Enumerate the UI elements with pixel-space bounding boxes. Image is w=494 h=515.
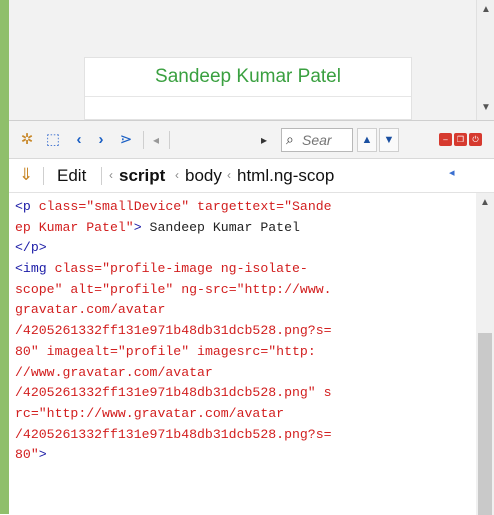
back-icon[interactable]: ‹ xyxy=(71,129,87,151)
code-line[interactable]: </p> xyxy=(15,238,476,259)
code-token-attr: imagesrc= xyxy=(189,343,269,359)
breadcrumb-script[interactable]: script xyxy=(119,166,165,186)
code-line[interactable]: /4205261332ff131e971b48db31dcb528.png" s xyxy=(15,383,476,404)
code-line[interactable]: ep Kumar Patel"> Sandeep Kumar Patel xyxy=(15,218,476,239)
code-scrollbar[interactable]: ▲ xyxy=(476,193,494,515)
code-token-val: 80" xyxy=(15,343,39,359)
code-token-tag: > xyxy=(38,447,47,463)
code-line[interactable]: /4205261332ff131e971b48db31dcb528.png?s= xyxy=(15,321,476,342)
code-token-attr: targettext= xyxy=(189,199,285,214)
search-input[interactable] xyxy=(302,131,352,149)
breadcrumb-body[interactable]: body xyxy=(185,166,222,186)
inspect-icon[interactable]: ⬚ xyxy=(43,129,63,151)
code-line[interactable]: gravatar.com/avatar xyxy=(15,300,476,321)
down-arrow-icon[interactable]: ▼ xyxy=(379,128,399,152)
breadcrumb-separator xyxy=(101,167,102,185)
code-line[interactable]: /4205261332ff131e971b48db31dcb528.png?s= xyxy=(15,425,476,446)
code-token-val: /4205261332ff131e971b48db31dcb528.png?s= xyxy=(15,323,332,339)
code-token-val: "profile" xyxy=(117,343,190,359)
code-line[interactable]: 80"> xyxy=(15,445,476,466)
code-token-val: "http://www. xyxy=(236,281,332,297)
up-arrow-icon[interactable]: ▲ xyxy=(357,128,377,152)
profile-card: Sandeep Kumar Patel xyxy=(84,57,412,120)
restore-icon[interactable]: ❐ xyxy=(454,133,467,146)
toolbar-separator xyxy=(169,131,170,149)
code-token-tag: <p xyxy=(15,199,39,214)
code-line[interactable]: <p class="smallDevice" targettext="Sande xyxy=(15,197,476,218)
code-token-attr: imagealt= xyxy=(38,343,118,359)
code-line[interactable]: scope" alt="profile" ng-src="http://www. xyxy=(15,280,476,301)
scroll-down-icon[interactable]: ▼ xyxy=(477,102,494,113)
page-viewport: Sandeep Kumar Patel xyxy=(9,0,476,120)
code-line[interactable]: <img class="profile-image ng-isolate- xyxy=(15,259,476,280)
pick-icon[interactable]: ✲ xyxy=(17,129,37,151)
code-token-attr: ng-src= xyxy=(173,281,237,297)
forward-icon[interactable]: › xyxy=(93,129,109,151)
code-token-val: gravatar.com/avatar xyxy=(15,302,166,318)
page-scrollbar[interactable]: ▲ ▼ xyxy=(476,0,494,120)
scroll-right-icon[interactable]: ▸ xyxy=(257,129,271,151)
code-line[interactable]: //www.gravatar.com/avatar xyxy=(15,363,476,384)
devtools-toolbar: ✲ ⬚ ‹ › ⋗ ◂ ▸ ⌕ ▲ ▼ – ❐ ⏻ xyxy=(9,121,494,159)
breadcrumb-chevron: ‹ xyxy=(175,168,179,182)
toolbar-separator xyxy=(143,131,144,149)
code-token-val: ep Kumar Patel" xyxy=(15,219,134,235)
minimize-icon[interactable]: – xyxy=(439,133,452,146)
edit-button[interactable]: Edit xyxy=(57,166,86,186)
code-token-attr: class= xyxy=(38,199,87,214)
devtools-panel: ✲ ⬚ ‹ › ⋗ ◂ ▸ ⌕ ▲ ▼ – ❐ ⏻ ⇓ Edit ‹ scrip… xyxy=(9,120,494,515)
html-source-view: <p class="smallDevice" targettext="Sande… xyxy=(9,193,476,515)
breadcrumb-html[interactable]: html.ng-scop xyxy=(237,166,467,186)
scrollbar-thumb[interactable] xyxy=(478,333,492,515)
code-token-attr: alt= xyxy=(62,281,103,297)
code-token-val: "http: xyxy=(268,343,316,359)
breadcrumb: ⇓ Edit ‹ script ‹ body ‹ html.ng-scop ◂ xyxy=(9,159,494,193)
profile-name: Sandeep Kumar Patel xyxy=(155,66,341,87)
code-token-attr: class= xyxy=(54,261,103,277)
code-token-attr: s xyxy=(315,385,332,401)
code-token-val: "Sande xyxy=(284,199,332,214)
code-token-tag: </p> xyxy=(15,240,47,256)
dom-tree-icon[interactable]: ⇓ xyxy=(19,165,33,185)
breadcrumb-chevron: ‹ xyxy=(227,168,231,182)
code-token-val: "profile-image ng-isolate- xyxy=(102,261,308,277)
code-token-val: /4205261332ff131e971b48db31dcb528.png" xyxy=(15,385,316,401)
scroll-up-icon[interactable]: ▲ xyxy=(476,197,494,208)
code-token-val: "smallDevice" xyxy=(86,199,190,214)
left-accent-bar xyxy=(0,0,9,514)
scroll-up-icon[interactable]: ▲ xyxy=(477,4,494,15)
close-icon[interactable]: ⏻ xyxy=(469,133,482,146)
code-token-val: "http://www.gravatar.com/avatar xyxy=(38,405,285,421)
code-line[interactable]: 80" imagealt="profile" imagesrc="http: xyxy=(15,342,476,363)
code-token-val: /4205261332ff131e971b48db31dcb528.png?s= xyxy=(15,426,332,442)
code-token-txt: Sandeep Kumar Patel xyxy=(141,219,300,235)
code-token-val: 80" xyxy=(15,447,39,463)
breadcrumb-chevron: ‹ xyxy=(109,168,113,182)
search-icon: ⌕ xyxy=(286,131,294,147)
search-field[interactable]: ⌕ xyxy=(281,128,353,152)
code-token-attr: rc= xyxy=(15,405,39,421)
code-token-val: scope" xyxy=(15,281,63,297)
code-token-val: //www.gravatar.com/avatar xyxy=(15,364,213,380)
code-line[interactable]: rc="http://www.gravatar.com/avatar xyxy=(15,404,476,425)
code-token-tag: > xyxy=(133,219,142,235)
code-token-val: "profile" xyxy=(102,281,174,297)
scroll-left-icon[interactable]: ◂ xyxy=(149,129,163,151)
breadcrumb-scroll-right-icon[interactable]: ◂ xyxy=(449,166,455,179)
breadcrumb-separator xyxy=(43,167,44,185)
indent-icon[interactable]: ⋗ xyxy=(115,129,137,151)
code-token-tag: <img xyxy=(15,261,55,277)
card-divider xyxy=(85,96,411,97)
